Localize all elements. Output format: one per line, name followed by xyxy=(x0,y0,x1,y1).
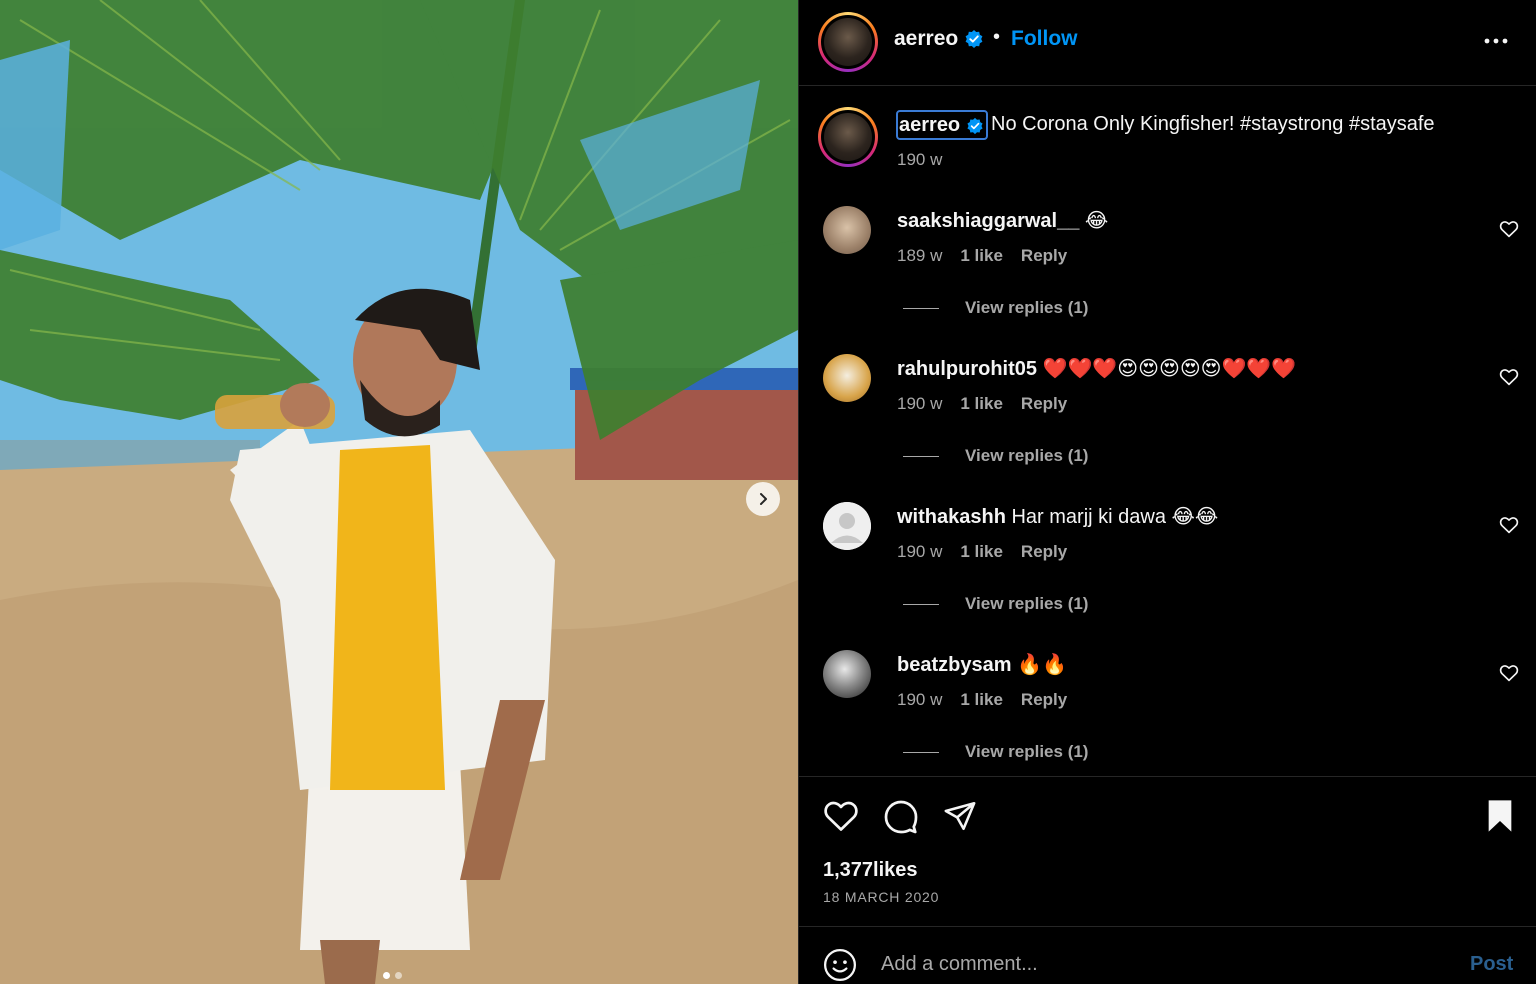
caption-text: No Corona Only Kingfisher! #staystrong #… xyxy=(991,113,1435,135)
commenter-username[interactable]: saakshiaggarwal__ xyxy=(897,210,1079,232)
comment-timestamp: 190 w xyxy=(897,690,943,709)
carousel-dot-active xyxy=(383,972,390,979)
comment-timestamp: 190 w xyxy=(897,394,943,413)
caption-timestamp: 190 w xyxy=(897,150,943,169)
comment-reply-button[interactable]: Reply xyxy=(1021,542,1067,562)
likes-count[interactable]: 1,377likes xyxy=(823,859,918,882)
post-header: aerreo • Follow xyxy=(799,0,1536,86)
comment-item: beatzbysam 🔥🔥 190 w 1 like Reply View re… xyxy=(799,644,1536,792)
comment-reply-button[interactable]: Reply xyxy=(1021,246,1067,266)
comment-item: rahulpurohit05 ❤️❤️❤️😍😍😍😍😍❤️❤️❤️ 190 w 1… xyxy=(799,348,1536,496)
caption-author-avatar[interactable] xyxy=(818,107,878,167)
chevron-right-icon xyxy=(760,493,767,505)
comment-like-heart-icon[interactable] xyxy=(1499,220,1519,238)
comment-like-heart-icon[interactable] xyxy=(1499,516,1519,534)
post-comment-button[interactable]: Post xyxy=(1470,953,1513,976)
commenter-username[interactable]: beatzbysam xyxy=(897,654,1012,676)
comment-timestamp: 189 w xyxy=(897,246,943,265)
commenter-username[interactable]: withakashh xyxy=(897,506,1006,528)
commenter-avatar-placeholder[interactable] xyxy=(823,502,871,550)
post-media[interactable] xyxy=(0,0,798,984)
carousel-next-button[interactable] xyxy=(746,482,780,516)
post-date: 18 MARCH 2020 xyxy=(823,889,940,905)
post-detail-panel: aerreo • Follow aerreo No Corona Only Ki… xyxy=(798,0,1536,984)
comment-meta: 190 w 1 like Reply xyxy=(897,690,1067,710)
view-replies-button[interactable]: View replies (1) xyxy=(903,742,1088,762)
commenter-avatar[interactable] xyxy=(823,354,871,402)
comment-item: saakshiaggarwal__ 😂 189 w 1 like Reply V… xyxy=(799,200,1536,348)
default-avatar-icon xyxy=(823,502,871,550)
replies-divider xyxy=(903,307,939,309)
comment-reply-button[interactable]: Reply xyxy=(1021,690,1067,710)
comment-bubble-icon[interactable] xyxy=(883,799,919,835)
view-replies-button[interactable]: View replies (1) xyxy=(903,446,1088,466)
add-comment-input[interactable] xyxy=(881,949,1441,979)
save-bookmark-icon[interactable] xyxy=(1485,799,1515,833)
comment-text: Har marjj ki dawa 😂😂 xyxy=(1011,506,1219,528)
commenter-avatar[interactable] xyxy=(823,650,871,698)
replies-divider xyxy=(903,751,939,753)
comment-like-heart-icon[interactable] xyxy=(1499,664,1519,682)
emoji-picker-icon[interactable] xyxy=(823,948,857,982)
more-options-icon[interactable] xyxy=(1483,30,1509,58)
author-username[interactable]: aerreo xyxy=(894,27,984,51)
comment-composer: Post xyxy=(799,926,1536,984)
post-photo xyxy=(0,0,798,984)
separator-dot: • xyxy=(993,26,1001,48)
comment-timestamp: 190 w xyxy=(897,542,943,561)
post-actions: 1,377likes 18 MARCH 2020 xyxy=(799,776,1536,926)
share-send-icon[interactable] xyxy=(943,799,977,833)
comment-text: 🔥🔥 xyxy=(1017,654,1067,676)
comment-meta: 190 w 1 like Reply xyxy=(897,394,1067,414)
replies-divider xyxy=(903,455,939,457)
carousel-indicator xyxy=(383,972,402,979)
follow-button[interactable]: Follow xyxy=(1011,27,1078,51)
view-replies-button[interactable]: View replies (1) xyxy=(903,298,1088,318)
carousel-dot xyxy=(395,972,402,979)
commenter-username[interactable]: rahulpurohit05 xyxy=(897,358,1037,380)
replies-divider xyxy=(903,603,939,605)
comment-item: withakashh Har marjj ki dawa 😂😂 190 w 1 … xyxy=(799,496,1536,644)
commenter-avatar[interactable] xyxy=(823,206,871,254)
comment-reply-button[interactable]: Reply xyxy=(1021,394,1067,414)
author-avatar[interactable] xyxy=(818,12,878,72)
verified-badge-icon xyxy=(965,30,983,49)
comment-text: ❤️❤️❤️😍😍😍😍😍❤️❤️❤️ xyxy=(1042,358,1297,380)
comment-meta: 190 w 1 like Reply xyxy=(897,542,1067,562)
view-replies-button[interactable]: View replies (1) xyxy=(903,594,1088,614)
comment-likes-count[interactable]: 1 like xyxy=(960,394,1003,414)
caption-author-username[interactable]: aerreo xyxy=(896,110,988,140)
comment-likes-count[interactable]: 1 like xyxy=(960,246,1003,266)
like-heart-icon[interactable] xyxy=(823,799,859,833)
comment-like-heart-icon[interactable] xyxy=(1499,368,1519,386)
comment-text: 😂 xyxy=(1084,210,1109,232)
comment-meta: 189 w 1 like Reply xyxy=(897,246,1067,266)
verified-badge-icon xyxy=(967,117,983,134)
comment-likes-count[interactable]: 1 like xyxy=(960,690,1003,710)
comment-likes-count[interactable]: 1 like xyxy=(960,542,1003,562)
